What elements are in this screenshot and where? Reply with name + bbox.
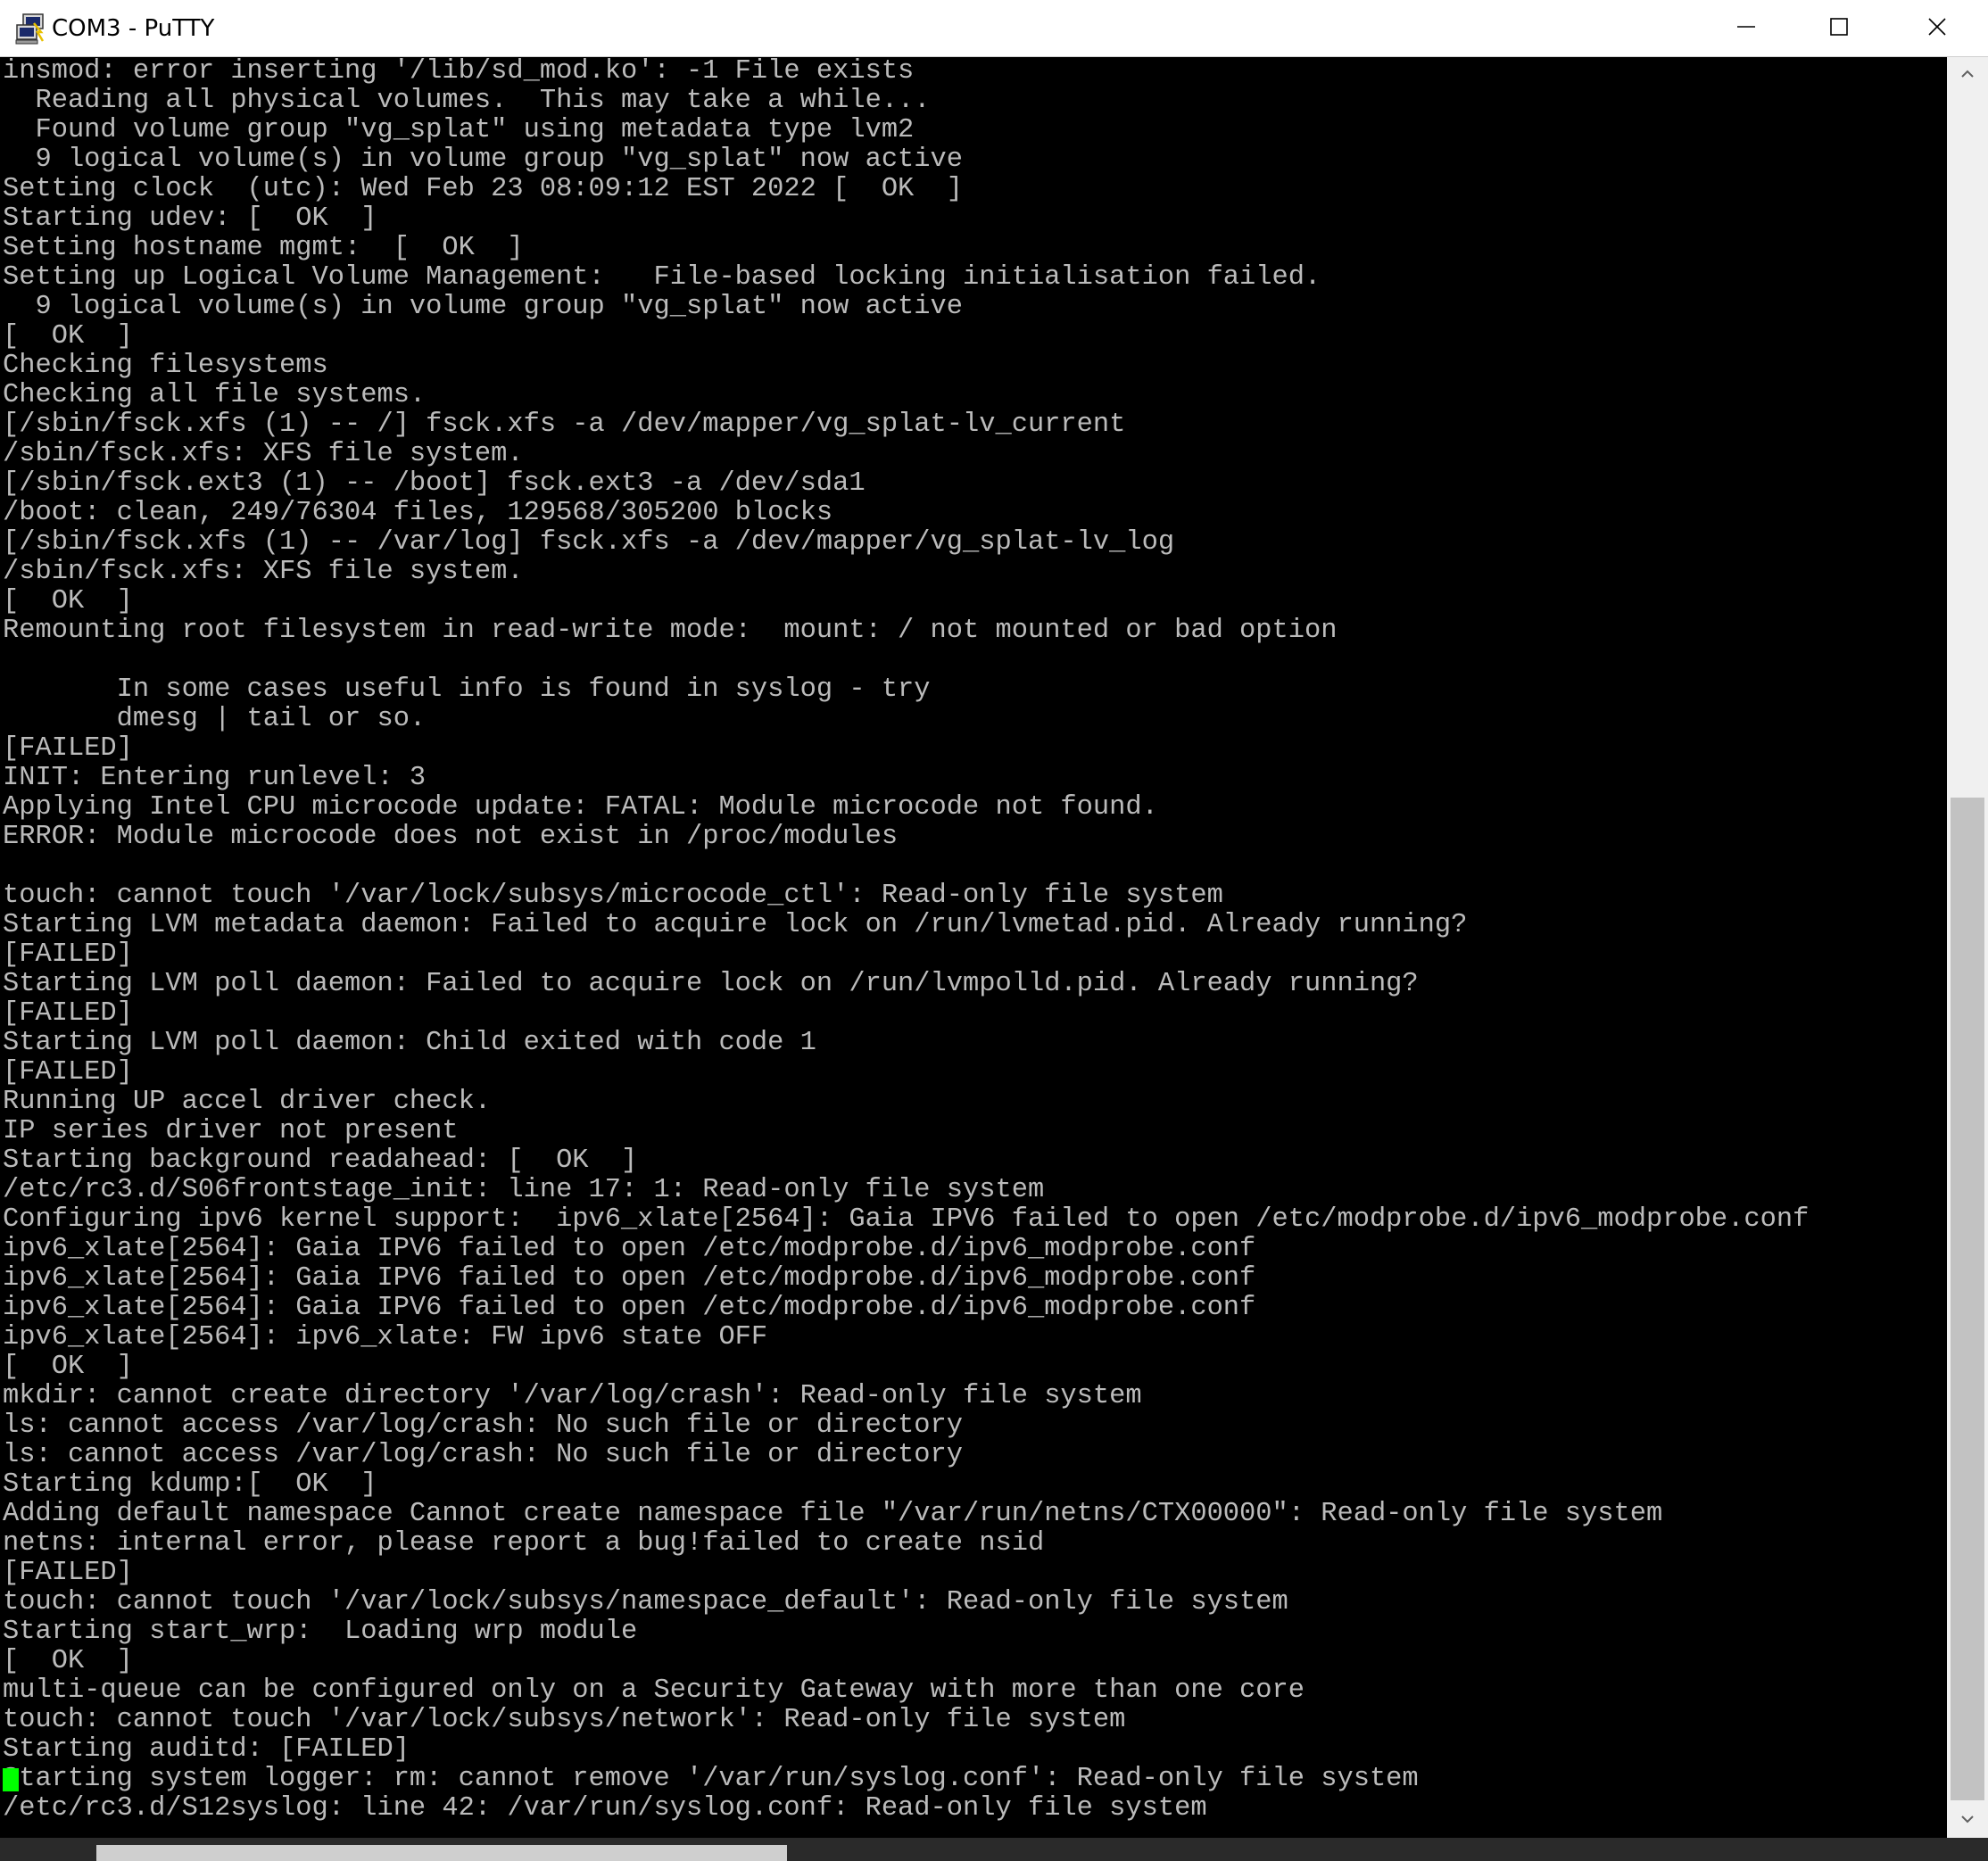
terminal-lines: insmod: error inserting '/lib/sd_mod.ko'… [0, 57, 1947, 1824]
minimize-icon [1736, 17, 1756, 41]
terminal-line: [/sbin/fsck.ext3 (1) -- /boot] fsck.ext3… [3, 468, 866, 499]
terminal-line: /sbin/fsck.xfs: XFS file system. [3, 557, 524, 587]
terminal-line: Setting up Logical Volume Management: Fi… [3, 262, 1321, 293]
title-bar[interactable]: COM3 - PuTTY [0, 0, 1988, 57]
terminal-line: [FAILED] [3, 1558, 133, 1588]
terminal-line: touch: cannot touch '/var/lock/subsys/mi… [3, 881, 1223, 911]
terminal-line: [ OK ] [3, 1646, 133, 1676]
maximize-icon [1829, 17, 1849, 41]
minimize-button[interactable] [1700, 0, 1793, 57]
terminal-line: Reading all physical volumes. This may t… [3, 86, 931, 116]
terminal-line: Adding default namespace Cannot create n… [3, 1499, 1663, 1529]
terminal-line: /etc/rc3.d/S12syslog: line 42: /var/run/… [3, 1793, 1207, 1824]
terminal-line: INIT: Entering runlevel: 3 [3, 763, 427, 793]
taskbar-strip [0, 1838, 1988, 1861]
terminal-line: Starting background readahead: [ OK ] [3, 1146, 638, 1176]
scroll-up-button[interactable] [1947, 57, 1988, 93]
terminal-line: Starting kdump:[ OK ] [3, 1469, 377, 1500]
terminal-line: Checking all file systems. [3, 380, 427, 410]
taskbar-highlight [96, 1845, 787, 1861]
terminal-line: [/sbin/fsck.xfs (1) -- /] fsck.xfs -a /d… [3, 409, 1126, 440]
terminal-line: Applying Intel CPU microcode update: FAT… [3, 792, 1158, 823]
terminal-line: 9 logical volume(s) in volume group "vg_… [3, 292, 964, 322]
terminal-line: Setting hostname mgmt: [ OK ] [3, 233, 524, 263]
terminal-line: ipv6_xlate[2564]: Gaia IPV6 failed to op… [3, 1293, 1256, 1323]
terminal-cursor [3, 1768, 19, 1791]
terminal-line: [ OK ] [3, 586, 133, 616]
terminal-line: Setting clock (utc): Wed Feb 23 08:09:12… [3, 174, 964, 204]
terminal-line: Found volume group "vg_splat" using meta… [3, 115, 915, 145]
terminal-line: Remounting root filesystem in read-write… [3, 616, 1338, 646]
terminal-line: [ OK ] [3, 1352, 133, 1382]
terminal-line: touch: cannot touch '/var/lock/subsys/na… [3, 1587, 1288, 1617]
terminal-line: dmesg | tail or so. [3, 704, 427, 734]
terminal-line: Configuring ipv6 kernel support: ipv6_xl… [3, 1204, 1810, 1235]
terminal-line: ipv6_xlate[2564]: Gaia IPV6 failed to op… [3, 1234, 1256, 1264]
terminal-output[interactable]: insmod: error inserting '/lib/sd_mod.ko'… [0, 57, 1947, 1838]
terminal-line: insmod: error inserting '/lib/sd_mod.ko'… [3, 57, 915, 87]
window-title: COM3 - PuTTY [52, 15, 215, 42]
scroll-down-arrow-icon [1960, 1812, 1975, 1828]
terminal-line: netns: internal error, please report a b… [3, 1528, 1045, 1559]
terminal-line: [ OK ] [3, 321, 133, 352]
terminal-line: ls: cannot access /var/log/crash: No suc… [3, 1440, 964, 1470]
terminal-line: [FAILED] [3, 998, 133, 1029]
close-button[interactable] [1885, 0, 1988, 57]
terminal-line: Starting auditd: [FAILED] [3, 1734, 410, 1765]
terminal-line: /sbin/fsck.xfs: XFS file system. [3, 439, 524, 469]
terminal-line: In some cases useful info is found in sy… [3, 674, 931, 705]
terminal-line: Running UP accel driver check. [3, 1087, 492, 1117]
terminal-line: ls: cannot access /var/log/crash: No suc… [3, 1410, 964, 1441]
terminal-line: ipv6_xlate[2564]: Gaia IPV6 failed to op… [3, 1263, 1256, 1294]
terminal-line: [FAILED] [3, 1057, 133, 1088]
terminal-line: Checking filesystems [3, 351, 328, 381]
terminal-line: Starting LVM metadata daemon: Failed to … [3, 910, 1468, 940]
maximize-button[interactable] [1793, 0, 1885, 57]
terminal-line: [/sbin/fsck.xfs (1) -- /var/log] fsck.xf… [3, 527, 1175, 558]
terminal-line: /etc/rc3.d/S06frontstage_init: line 17: … [3, 1175, 1045, 1205]
scroll-up-arrow-icon [1960, 67, 1975, 83]
terminal-line: mkdir: cannot create directory '/var/log… [3, 1381, 1142, 1411]
terminal-line: touch: cannot touch '/var/lock/subsys/ne… [3, 1705, 1126, 1735]
close-icon [1927, 17, 1947, 41]
terminal-line: [FAILED] [3, 939, 133, 970]
terminal-line: ipv6_xlate[2564]: ipv6_xlate: FW ipv6 st… [3, 1322, 768, 1352]
scroll-down-button[interactable] [1947, 1802, 1988, 1838]
terminal-line: Starting udev: [ OK ] [3, 203, 377, 234]
putty-window: COM3 - PuTTY insmod: error inserting '/l… [0, 0, 1988, 1861]
terminal-line: multi-queue can be configured only on a … [3, 1675, 1305, 1706]
putty-terminal-icon[interactable] [14, 12, 48, 45]
terminal-line: 9 logical volume(s) in volume group "vg_… [3, 145, 964, 175]
terminal-line: ERROR: Module microcode does not exist i… [3, 822, 899, 852]
terminal-line: Starting system logger: rm: cannot remov… [3, 1764, 1419, 1794]
vertical-scroll-thumb[interactable] [1951, 798, 1984, 1800]
terminal-line: Starting LVM poll daemon: Child exited w… [3, 1028, 816, 1058]
vertical-scrollbar[interactable] [1947, 57, 1988, 1838]
terminal-line: IP series driver not present [3, 1116, 459, 1146]
terminal-line: [FAILED] [3, 733, 133, 764]
terminal-line: /boot: clean, 249/76304 files, 129568/30… [3, 498, 833, 528]
terminal-line: Starting LVM poll daemon: Failed to acqu… [3, 969, 1419, 999]
terminal-line: Starting start_wrp: Loading wrp module [3, 1617, 638, 1647]
